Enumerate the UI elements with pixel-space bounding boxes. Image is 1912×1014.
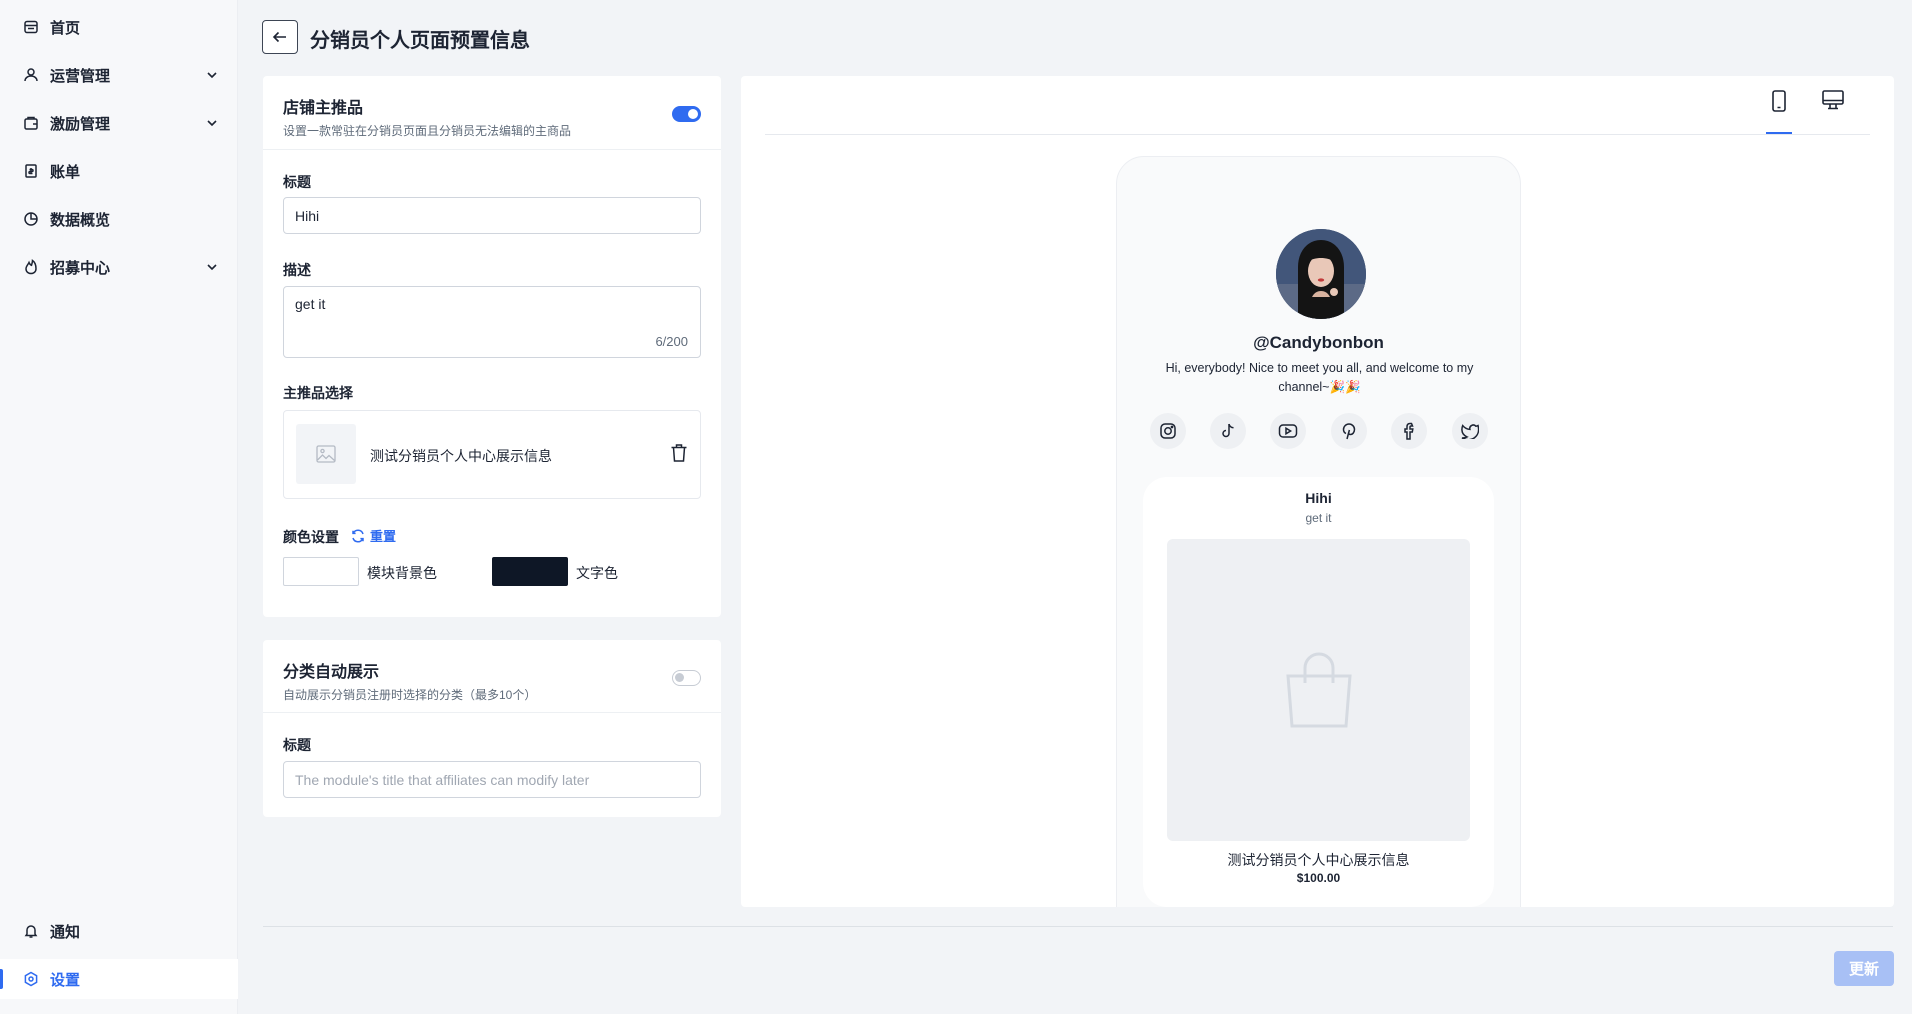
title-label: 标题 xyxy=(283,174,311,190)
description-label: 描述 xyxy=(283,262,311,278)
sidebar-item-label: 激励管理 xyxy=(50,115,111,133)
trash-icon[interactable] xyxy=(670,443,688,463)
preview-product-image xyxy=(1167,539,1470,841)
background-color-label: 模块背景色 xyxy=(367,565,437,581)
instagram-icon xyxy=(1160,423,1176,439)
text-color-swatch[interactable] xyxy=(492,557,568,586)
sidebar-item-label: 数据概览 xyxy=(50,211,111,229)
category-card-title: 分类自动展示 xyxy=(283,664,380,681)
settings-icon xyxy=(22,970,40,988)
sidebar-item-settings[interactable]: 设置 xyxy=(0,959,238,999)
sidebar-item-label: 设置 xyxy=(50,971,81,989)
preview-username: @Candybonbon xyxy=(1253,333,1384,352)
arrow-left-icon xyxy=(272,31,286,43)
instagram-link[interactable] xyxy=(1150,413,1186,449)
preview-card-description: get it xyxy=(1305,511,1332,525)
preview-product-name: 测试分销员个人中心展示信息 xyxy=(1227,852,1410,868)
youtube-link[interactable] xyxy=(1270,413,1306,449)
featured-card-title: 店铺主推品 xyxy=(283,100,364,117)
featured-card-header: 店铺主推品 设置一款常驻在分销员页面且分销员无法编辑的主商品 xyxy=(263,76,721,150)
sidebar-item-home[interactable]: 首页 xyxy=(0,7,238,47)
bill-icon xyxy=(22,162,40,180)
device-tabs xyxy=(765,76,1870,135)
sidebar-item-label: 招募中心 xyxy=(50,259,111,277)
sidebar-item-label: 首页 xyxy=(50,19,81,37)
update-button[interactable]: 更新 xyxy=(1834,951,1894,986)
preview-panel: @Candybonbon Hi, everybody! Nice to meet… xyxy=(741,76,1894,907)
preview-bio: Hi, everybody! Nice to meet you all, and… xyxy=(1165,361,1474,394)
color-settings-label: 颜色设置 xyxy=(283,529,339,545)
tiktok-link[interactable] xyxy=(1210,413,1246,449)
preview-product-card: Hihi get it 测试分销员个人中心展示信息 $100.00 xyxy=(1143,477,1494,907)
char-counter: 6/200 xyxy=(655,334,688,349)
sidebar-item-data-overview[interactable]: 数据概览 xyxy=(0,199,238,239)
social-links xyxy=(1150,413,1490,453)
sidebar-item-notifications[interactable]: 通知 xyxy=(0,911,238,951)
chevron-down-icon xyxy=(207,120,217,127)
refresh-icon xyxy=(352,529,364,542)
tab-desktop[interactable] xyxy=(1820,90,1846,120)
category-title-label: 标题 xyxy=(283,737,311,753)
youtube-icon xyxy=(1278,424,1298,438)
twitter-icon xyxy=(1461,424,1479,439)
description-textarea[interactable]: get it 6/200 xyxy=(283,286,701,358)
sidebar-item-label: 账单 xyxy=(50,163,81,181)
desktop-icon xyxy=(1822,90,1844,110)
pie-chart-icon xyxy=(22,210,40,228)
reset-button[interactable]: 重置 xyxy=(351,526,396,545)
store-icon xyxy=(22,18,40,36)
sidebar-item-operations[interactable]: 运营管理 xyxy=(0,55,238,95)
facebook-link[interactable] xyxy=(1391,413,1427,449)
product-select-label: 主推品选择 xyxy=(283,385,353,401)
page-title: 分销员个人页面预置信息 xyxy=(310,30,530,52)
preview-card-title: Hihi xyxy=(1305,490,1332,506)
category-title-input[interactable]: The module's title that affiliates can m… xyxy=(283,761,701,798)
back-button[interactable] xyxy=(262,20,298,54)
featured-toggle[interactable] xyxy=(672,106,701,122)
mobile-icon xyxy=(1772,90,1786,112)
sidebar-item-incentives[interactable]: 激励管理 xyxy=(0,103,238,143)
product-name: 测试分销员个人中心展示信息 xyxy=(370,448,552,464)
product-thumbnail xyxy=(296,424,356,484)
sidebar-item-label: 运营管理 xyxy=(50,67,111,85)
category-display-card: 分类自动展示 自动展示分销员注册时选择的分类（最多10个） 标题 The mod… xyxy=(263,640,721,817)
sidebar-item-bills[interactable]: 账单 xyxy=(0,151,238,191)
chevron-down-icon xyxy=(207,72,217,79)
flame-icon xyxy=(22,258,40,276)
description-value: get it xyxy=(295,296,326,312)
reset-label: 重置 xyxy=(370,529,397,544)
selected-product[interactable]: 测试分销员个人中心展示信息 xyxy=(283,410,701,499)
featured-card-subtitle: 设置一款常驻在分销员页面且分销员无法编辑的主商品 xyxy=(283,124,572,138)
user-icon xyxy=(22,66,40,84)
pinterest-link[interactable] xyxy=(1331,413,1367,449)
shopping-bag-icon xyxy=(1285,652,1352,728)
sidebar-item-recruitment[interactable]: 招募中心 xyxy=(0,247,238,287)
text-color-label: 文字色 xyxy=(576,565,618,581)
footer-divider xyxy=(263,926,1893,927)
preview-product-price: $100.00 xyxy=(1296,871,1341,885)
phone-preview: @Candybonbon Hi, everybody! Nice to meet… xyxy=(1116,156,1521,907)
facebook-icon xyxy=(1404,422,1414,440)
featured-product-card: 店铺主推品 设置一款常驻在分销员页面且分销员无法编辑的主商品 标题 Hihi 描… xyxy=(263,76,721,617)
category-toggle[interactable] xyxy=(672,670,701,686)
image-placeholder-icon xyxy=(316,445,336,463)
tab-mobile[interactable] xyxy=(1766,90,1792,134)
category-card-header: 分类自动展示 自动展示分销员注册时选择的分类（最多10个） xyxy=(263,640,721,713)
category-card-subtitle: 自动展示分销员注册时选择的分类（最多10个） xyxy=(283,688,537,702)
sidebar-item-label: 通知 xyxy=(50,923,81,941)
background-color-swatch[interactable] xyxy=(283,557,359,586)
wallet-icon xyxy=(22,114,40,132)
twitter-link[interactable] xyxy=(1452,413,1488,449)
bell-icon xyxy=(22,922,40,940)
title-input[interactable]: Hihi xyxy=(283,197,701,234)
chevron-down-icon xyxy=(207,264,217,271)
pinterest-icon xyxy=(1342,423,1356,440)
avatar xyxy=(1276,229,1366,319)
tiktok-icon xyxy=(1222,423,1234,438)
sidebar: 首页 运营管理 激励管理 账单 数据概览 招募中心 通知 设置 xyxy=(0,0,238,1014)
